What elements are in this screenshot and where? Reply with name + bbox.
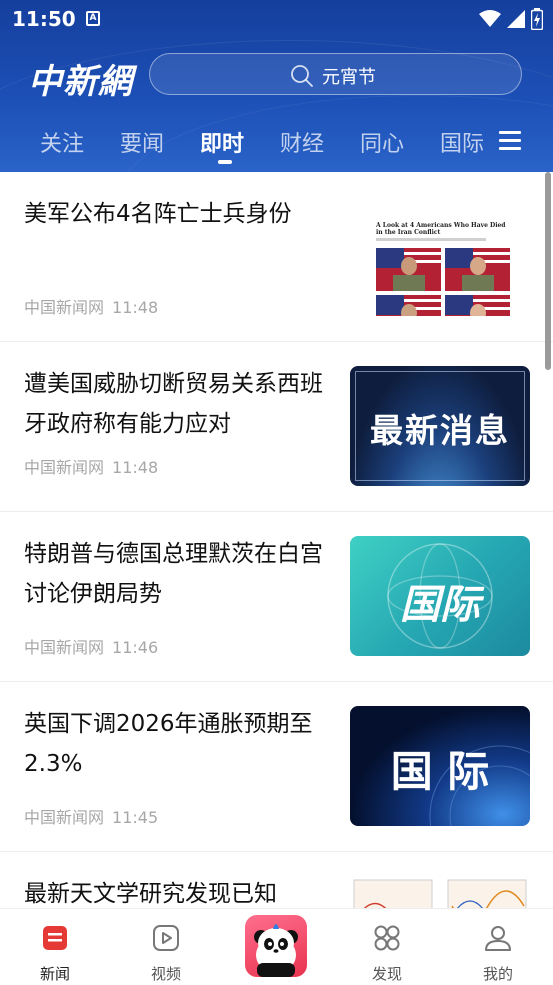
news-time: 11:48 <box>112 458 159 477</box>
nav-news[interactable]: 新闻 <box>10 909 100 985</box>
news-meta: 中国新闻网 11:46 <box>24 634 158 658</box>
tab-guoji[interactable]: 国际 <box>440 126 484 158</box>
news-list: 美军公布4名阵亡士兵身份 中国新闻网 11:48 A Look at 4 Amer… <box>0 172 553 908</box>
news-thumbnail <box>350 876 530 908</box>
news-meta: 中国新闻网 11:48 <box>24 454 158 478</box>
nav-label: 视频 <box>150 965 181 983</box>
app-header: 11:50 A 中新網 元宵节 关注 要闻 即时 财经 同心 国际 <box>0 0 553 172</box>
news-time: 11:45 <box>112 808 159 827</box>
news-item[interactable]: 遭美国威胁切断贸易关系西班牙政府称有能力应对 中国新闻网 11:48 最新消息 <box>0 342 553 512</box>
panda-mascot-icon[interactable] <box>245 915 307 977</box>
soldiers-photo <box>376 248 510 316</box>
thumbnail-text: 最新消息 <box>370 411 510 450</box>
news-thumbnail: 国 际 <box>350 706 530 826</box>
news-thumbnail: A Look at 4 Americans Who Have Died in t… <box>350 196 530 316</box>
search-icon <box>291 65 313 87</box>
scrollbar[interactable] <box>545 172 551 370</box>
wifi-icon <box>479 10 501 27</box>
news-time: 11:48 <box>112 298 159 317</box>
tab-yaowen[interactable]: 要闻 <box>120 126 164 158</box>
news-thumbnail: 国际 <box>350 536 530 656</box>
news-meta: 中国新闻网 11:45 <box>24 804 158 828</box>
news-item[interactable]: 特朗普与德国总理默茨在白宫讨论伊朗局势 中国新闻网 11:46 国际 <box>0 512 553 682</box>
news-title: 美军公布4名阵亡士兵身份 <box>24 201 292 227</box>
news-source: 中国新闻网 <box>24 298 105 317</box>
news-title: 遭美国威胁切断贸易关系西班牙政府称有能力应对 <box>24 371 323 437</box>
thumbnail-article-heading: A Look at 4 Americans Who Have Died in t… <box>376 222 506 236</box>
status-time: 11:50 <box>12 7 76 31</box>
news-meta: 中国新闻网 11:48 <box>24 294 158 318</box>
news-thumbnail: 最新消息 <box>350 366 530 486</box>
nav-label: 发现 <box>371 965 402 983</box>
news-item[interactable]: 美军公布4名阵亡士兵身份 中国新闻网 11:48 A Look at 4 Amer… <box>0 172 553 342</box>
thumbnail-text: 国 际 <box>390 747 490 796</box>
nav-label: 我的 <box>482 965 513 983</box>
nav-video[interactable]: 视频 <box>121 909 211 985</box>
tab-guanzhu[interactable]: 关注 <box>40 126 84 158</box>
news-source: 中国新闻网 <box>24 638 105 657</box>
nav-label: 新闻 <box>39 965 70 983</box>
astronomy-charts <box>353 879 527 908</box>
signal-icon <box>507 10 525 28</box>
nav-discover[interactable]: 发现 <box>342 909 432 985</box>
news-source: 中国新闻网 <box>24 458 105 477</box>
news-source: 中国新闻网 <box>24 808 105 827</box>
nav-profile[interactable]: 我的 <box>453 909 543 985</box>
status-icons <box>479 8 543 30</box>
news-title: 英国下调2026年通胀预期至2.3% <box>24 711 313 777</box>
bottom-navigation: 新闻 视频 发现 我的 <box>0 908 553 984</box>
news-time: 11:46 <box>112 638 159 657</box>
search-placeholder: 元宵节 <box>322 67 376 88</box>
tab-caijing[interactable]: 财经 <box>280 126 324 158</box>
news-icon <box>43 926 67 950</box>
news-item[interactable]: 英国下调2026年通胀预期至2.3% 中国新闻网 11:45 国 际 <box>0 682 553 852</box>
status-bar: 11:50 A <box>0 0 553 38</box>
channel-menu-icon[interactable] <box>499 131 523 151</box>
channel-tabs: 关注 要闻 即时 财经 同心 国际 <box>0 120 553 164</box>
news-title: 最新天文学研究发现已知 <box>24 881 277 907</box>
app-logo: 中新網 <box>28 62 133 102</box>
tab-jishi[interactable]: 即时 <box>200 126 244 158</box>
news-title: 特朗普与德国总理默茨在白宫讨论伊朗局势 <box>24 541 323 607</box>
profile-icon <box>485 926 511 951</box>
discover-icon <box>374 925 400 951</box>
thumbnail-text: 国际 <box>400 582 480 628</box>
video-icon <box>153 925 179 951</box>
notification-icon: A <box>86 11 100 26</box>
search-bar[interactable]: 元宵节 <box>149 53 522 95</box>
battery-icon <box>531 8 543 30</box>
tab-tongxin[interactable]: 同心 <box>360 126 404 158</box>
active-tab-indicator <box>218 160 232 164</box>
news-item[interactable]: 最新天文学研究发现已知 <box>0 852 553 908</box>
